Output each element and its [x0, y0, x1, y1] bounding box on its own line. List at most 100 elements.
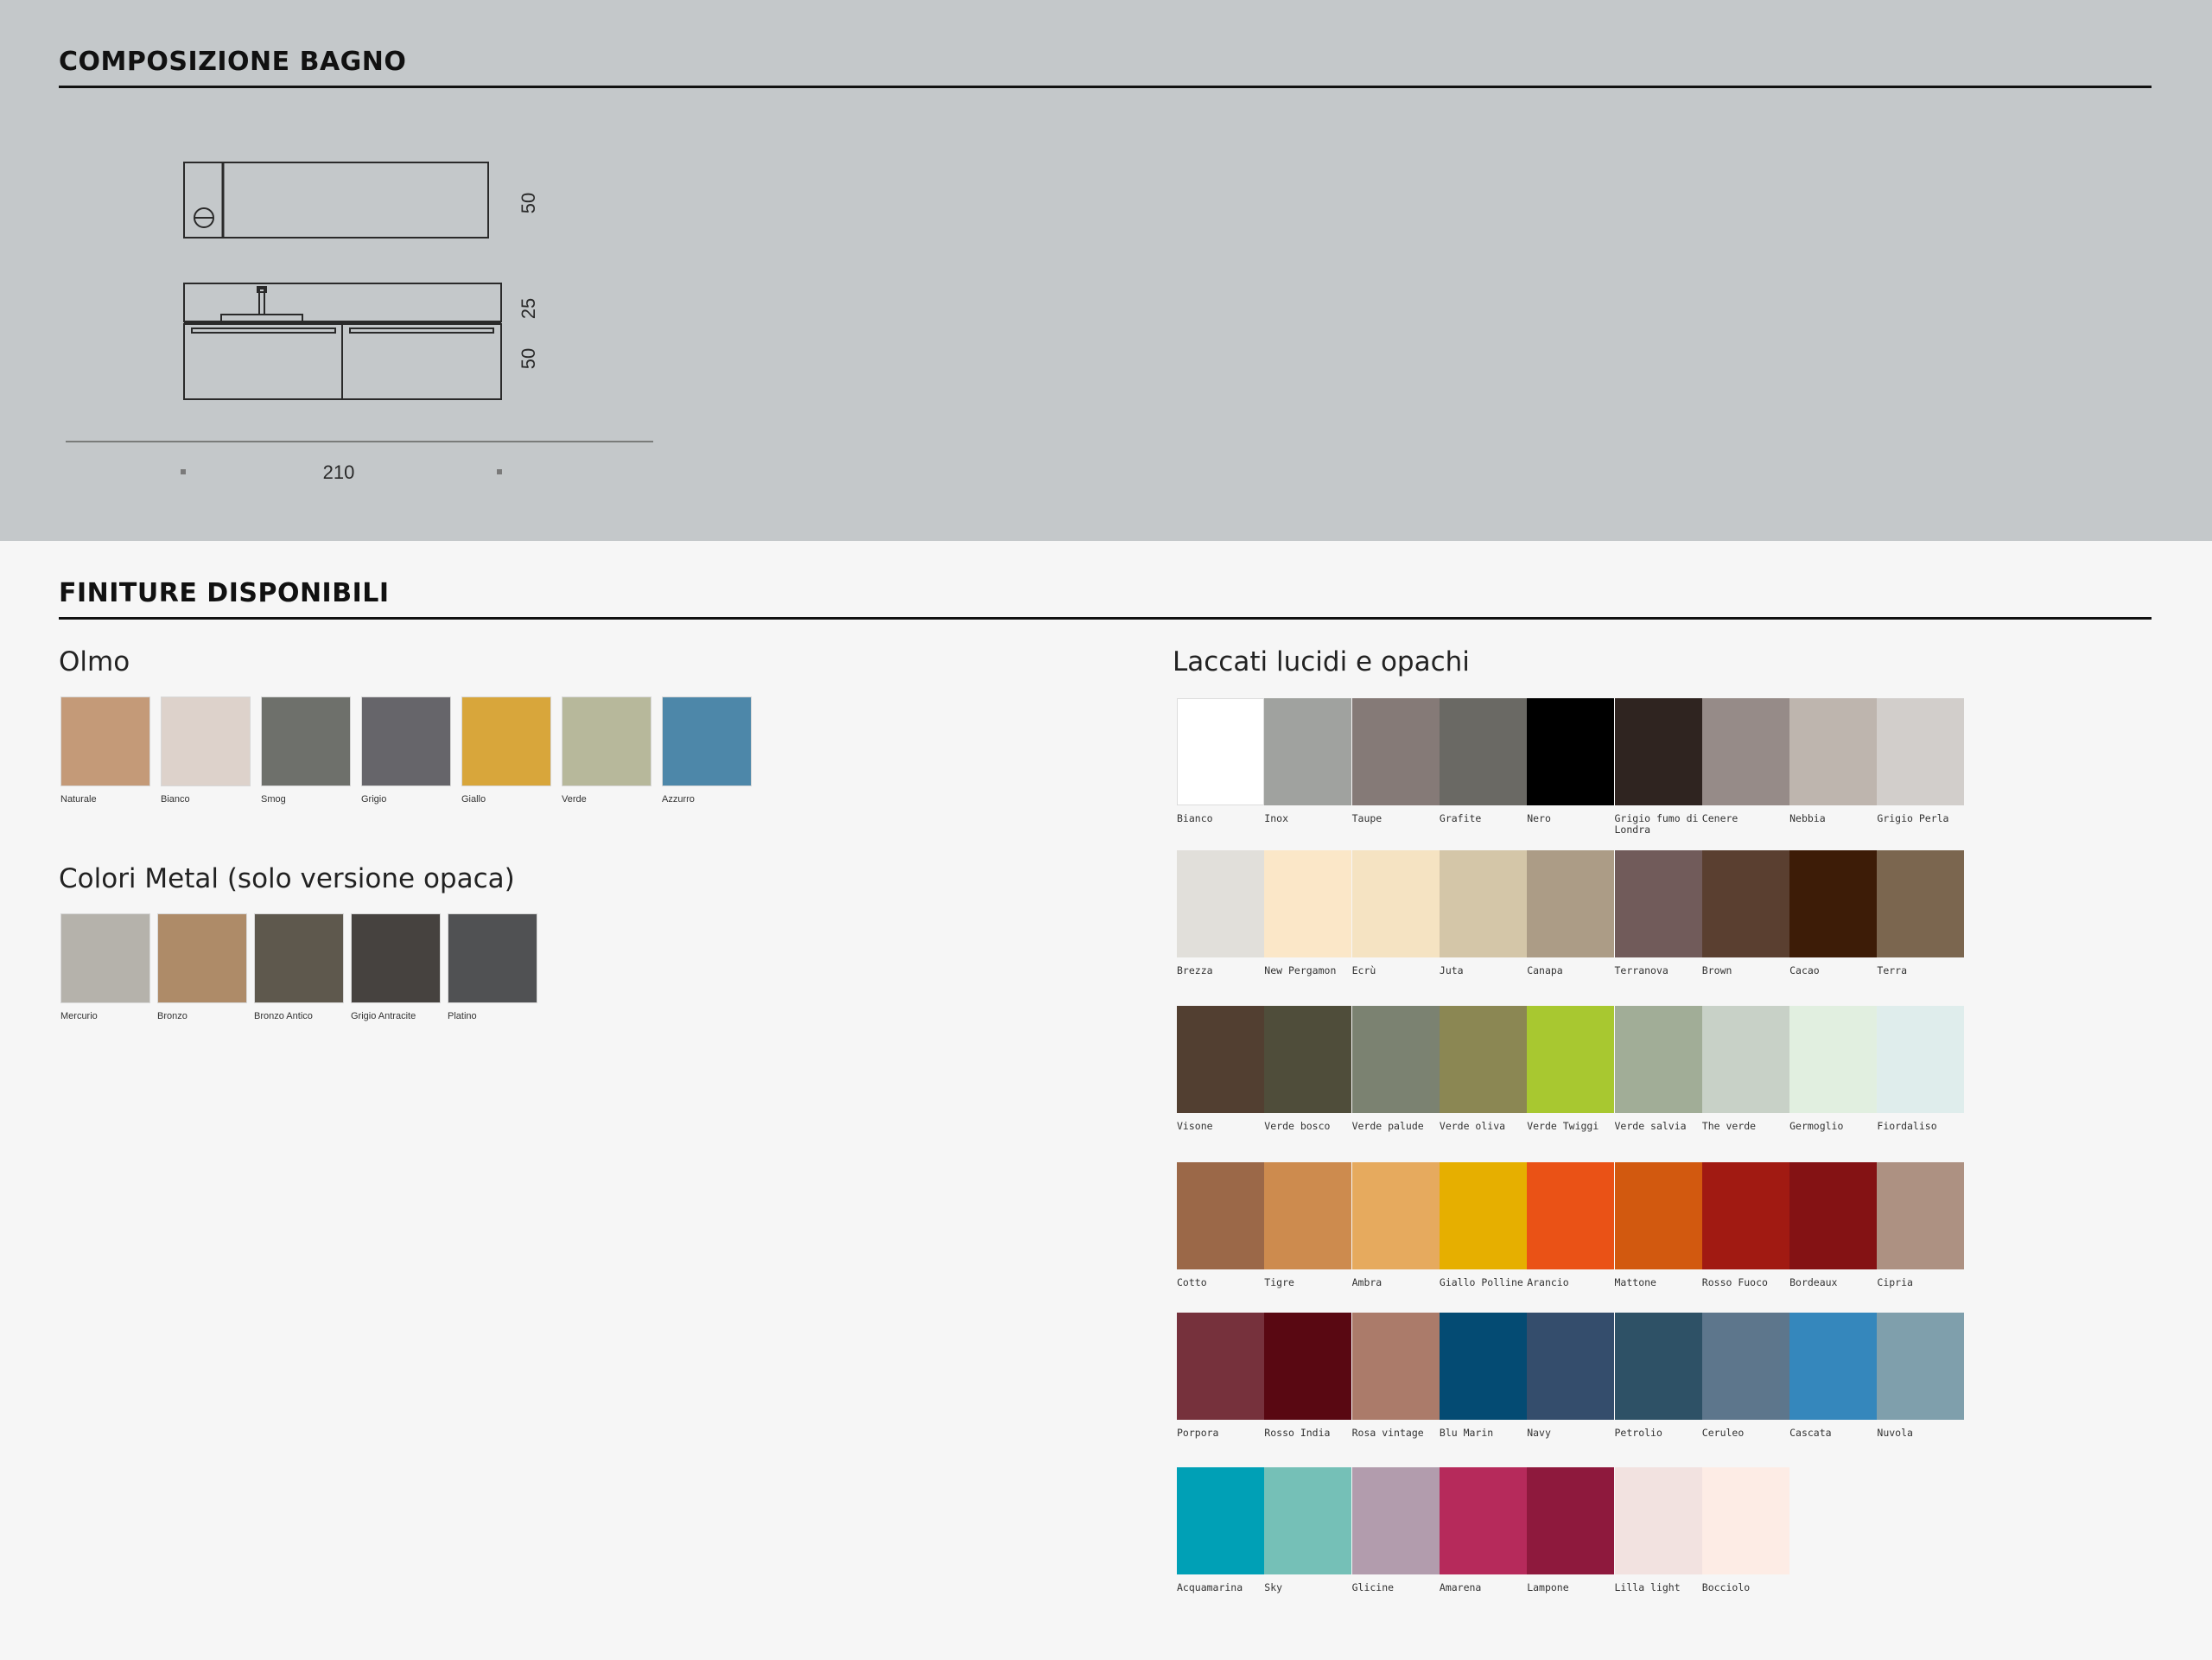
laccato-swatch[interactable]: Germoglio	[1789, 1006, 1878, 1132]
laccato-swatch[interactable]: Terra	[1877, 850, 1965, 976]
laccato-swatch[interactable]: Cascata	[1789, 1313, 1878, 1439]
laccato-swatch[interactable]: Verde salvia	[1614, 1006, 1702, 1132]
swatch-label: Nuvola	[1877, 1427, 1913, 1439]
swatch-chip	[1877, 1162, 1965, 1269]
laccato-swatch[interactable]: Verde Twiggi	[1527, 1006, 1615, 1132]
laccato-swatch[interactable]: Cipria	[1877, 1162, 1965, 1288]
laccato-swatch[interactable]: Verde oliva	[1439, 1006, 1527, 1132]
laccato-swatch[interactable]: Mattone	[1614, 1162, 1702, 1288]
swatch-label: Cacao	[1789, 964, 1820, 976]
laccato-swatch[interactable]: Glicine	[1351, 1467, 1440, 1593]
swatch-chip	[1701, 1006, 1789, 1113]
swatch-label: Grafite	[1439, 812, 1482, 824]
swatch-label: Platino	[448, 1011, 477, 1021]
laccato-swatch[interactable]: Nuvola	[1877, 1313, 1965, 1439]
laccato-swatch[interactable]: Visone	[1177, 1006, 1264, 1132]
laccato-swatch[interactable]: Taupe	[1351, 698, 1440, 824]
olmo-swatch[interactable]: Smog	[261, 696, 351, 805]
laccato-swatch[interactable]: New Pergamon	[1264, 850, 1352, 976]
swatch-label: Verde Twiggi	[1527, 1120, 1599, 1132]
swatch-label: Giallo	[461, 794, 486, 805]
laccato-swatch[interactable]: Petrolio	[1614, 1313, 1702, 1439]
swatch-label: Smog	[261, 794, 286, 805]
laccato-swatch[interactable]: Bordeaux	[1789, 1162, 1878, 1288]
swatch-label: Cenere	[1701, 812, 1738, 824]
laccato-swatch[interactable]: Lilla light	[1614, 1467, 1702, 1593]
laccato-swatch[interactable]: Sky	[1264, 1467, 1352, 1593]
laccato-swatch[interactable]: Grigio Perla	[1877, 698, 1965, 824]
laccato-swatch[interactable]: Rosso Fuoco	[1701, 1162, 1789, 1288]
swatch-label: Rosso Fuoco	[1701, 1276, 1768, 1288]
swatch-label: Verde salvia	[1614, 1120, 1687, 1132]
laccato-swatch[interactable]: Navy	[1527, 1313, 1615, 1439]
laccato-swatch[interactable]: Cacao	[1789, 850, 1878, 976]
laccato-swatch[interactable]: Grigio fumo di Londra	[1614, 698, 1702, 835]
laccato-swatch[interactable]: Rosa vintage	[1351, 1313, 1440, 1439]
metal-swatch[interactable]: Bronzo	[157, 913, 247, 1021]
olmo-swatch[interactable]: Giallo	[461, 696, 551, 805]
swatch-label: Juta	[1439, 964, 1464, 976]
laccato-swatch[interactable]: Nebbia	[1789, 698, 1878, 824]
swatch-label: Fiordaliso	[1877, 1120, 1937, 1132]
laccato-swatch[interactable]: Cotto	[1177, 1162, 1264, 1288]
laccato-swatch[interactable]: Grafite	[1439, 698, 1527, 824]
swatch-label: Ecrù	[1351, 964, 1376, 976]
metal-swatch[interactable]: Bronzo Antico	[254, 913, 344, 1021]
swatch-chip	[1439, 1006, 1527, 1113]
swatch-label: The verde	[1701, 1120, 1757, 1132]
laccato-swatch[interactable]: Blu Marin	[1439, 1313, 1527, 1439]
swatch-label: Amarena	[1439, 1581, 1482, 1593]
laccato-swatch[interactable]: Brezza	[1177, 850, 1264, 976]
swatch-chip	[1527, 1467, 1615, 1574]
swatch-label: Verde palude	[1351, 1120, 1424, 1132]
metal-swatch[interactable]: Mercurio	[60, 913, 150, 1021]
laccato-swatch[interactable]: The verde	[1701, 1006, 1789, 1132]
laccato-swatch[interactable]: Canapa	[1527, 850, 1615, 976]
swatch-label: Brown	[1701, 964, 1732, 976]
laccato-swatch[interactable]: Tigre	[1264, 1162, 1352, 1288]
dim-cabinet-height: 50	[518, 348, 539, 369]
swatch-label: Glicine	[1351, 1581, 1395, 1593]
olmo-swatch[interactable]: Verde	[562, 696, 652, 805]
laccato-swatch[interactable]: Ecrù	[1351, 850, 1440, 976]
laccato-swatch[interactable]: Nero	[1527, 698, 1615, 824]
laccato-swatch[interactable]: Porpora	[1177, 1313, 1264, 1439]
laccato-swatch[interactable]: Ambra	[1351, 1162, 1440, 1288]
laccato-swatch[interactable]: Verde palude	[1351, 1006, 1440, 1132]
laccato-swatch[interactable]: Giallo Polline	[1439, 1162, 1527, 1288]
swatch-chip	[1527, 1006, 1615, 1113]
laccato-swatch[interactable]: Bianco	[1177, 698, 1264, 824]
swatch-chip	[1264, 1467, 1352, 1574]
laccato-swatch[interactable]: Arancio	[1527, 1162, 1615, 1288]
olmo-swatch[interactable]: Naturale	[60, 696, 150, 805]
swatch-label: Navy	[1527, 1427, 1551, 1439]
swatch-chip	[1439, 1162, 1527, 1269]
olmo-swatch[interactable]: Grigio	[361, 696, 451, 805]
top-view-outline	[183, 162, 489, 239]
swatch-chip	[1877, 1006, 1965, 1113]
swatch-label: Verde bosco	[1264, 1120, 1331, 1132]
laccato-swatch[interactable]: Brown	[1701, 850, 1789, 976]
swatch-chip	[1614, 1006, 1702, 1113]
olmo-swatch[interactable]: Azzurro	[662, 696, 752, 805]
swatch-label: Germoglio	[1789, 1120, 1844, 1132]
swatch-label: New Pergamon	[1264, 964, 1337, 976]
laccato-swatch[interactable]: Terranova	[1614, 850, 1702, 976]
laccato-swatch[interactable]: Ceruleo	[1701, 1313, 1789, 1439]
laccato-swatch[interactable]: Acquamarina	[1177, 1467, 1264, 1593]
laccato-swatch[interactable]: Juta	[1439, 850, 1527, 976]
laccato-swatch[interactable]: Inox	[1264, 698, 1352, 824]
swatch-label: Mercurio	[60, 1011, 98, 1021]
laccato-swatch[interactable]: Amarena	[1439, 1467, 1527, 1593]
swatch-chip	[157, 913, 247, 1003]
metal-swatch[interactable]: Grigio Antracite	[351, 913, 441, 1021]
laccato-swatch[interactable]: Lampone	[1527, 1467, 1615, 1593]
swatch-chip	[1701, 1467, 1789, 1574]
laccato-swatch[interactable]: Fiordaliso	[1877, 1006, 1965, 1132]
laccato-swatch[interactable]: Rosso India	[1264, 1313, 1352, 1439]
metal-swatch[interactable]: Platino	[448, 913, 537, 1021]
olmo-swatch[interactable]: Bianco	[161, 696, 251, 805]
laccato-swatch[interactable]: Cenere	[1701, 698, 1789, 824]
laccato-swatch[interactable]: Bocciolo	[1701, 1467, 1789, 1593]
laccato-swatch[interactable]: Verde bosco	[1264, 1006, 1352, 1132]
